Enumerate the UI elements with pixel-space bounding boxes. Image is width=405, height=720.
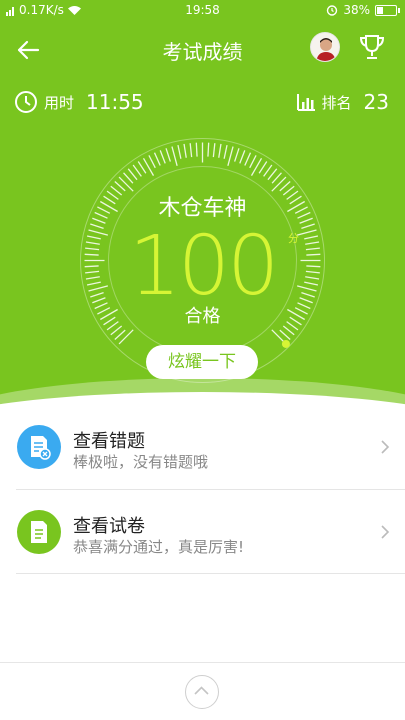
chevron-up-icon xyxy=(194,686,209,695)
footer-divider xyxy=(0,662,405,663)
chevron-right-icon xyxy=(381,525,390,539)
item-subtitle: 恭喜满分通过，真是厉害! xyxy=(73,538,245,556)
item-subtitle: 棒极啦，没有错题哦 xyxy=(73,453,209,471)
nav-bar: 考试成绩 xyxy=(0,28,405,72)
clock-icon xyxy=(15,91,37,113)
list-item-wrong-answers[interactable]: 查看错题 棒极啦，没有错题哦 xyxy=(0,405,405,489)
trophy-icon[interactable] xyxy=(357,32,387,62)
chevron-right-icon xyxy=(381,440,390,454)
divider xyxy=(16,573,405,574)
rank-value: 23 xyxy=(363,90,389,114)
alarm-icon xyxy=(327,5,338,16)
item-title: 查看错题 xyxy=(73,431,145,452)
time-used: 用时 11:55 xyxy=(14,90,144,114)
battery-icon xyxy=(375,4,400,16)
pass-status: 合格 xyxy=(184,306,221,327)
status-bar: 0.17K/s 19:58 38% xyxy=(0,0,405,22)
time-label: 用时 xyxy=(44,93,75,112)
item-title: 查看试卷 xyxy=(73,516,145,537)
user-name: 木仓车神 xyxy=(158,196,247,221)
page-title: 考试成绩 xyxy=(162,40,243,64)
score-unit: 分 xyxy=(288,232,299,245)
wrong-answers-icon xyxy=(17,425,61,469)
rank-label: 排名 xyxy=(321,93,352,112)
battery-percent: 38% xyxy=(343,3,370,17)
list-item-paper[interactable]: 查看试卷 恭喜满分通过，真是厉害! xyxy=(0,490,405,574)
ranking: 排名 23 xyxy=(296,90,389,114)
bar-chart-icon xyxy=(296,94,315,111)
scroll-up-button[interactable] xyxy=(185,675,219,709)
share-button[interactable]: 炫耀一下 xyxy=(146,345,258,379)
avatar[interactable] xyxy=(310,32,340,62)
clock: 19:58 xyxy=(185,3,220,17)
time-value: 11:55 xyxy=(86,90,144,114)
paper-icon xyxy=(17,510,61,554)
